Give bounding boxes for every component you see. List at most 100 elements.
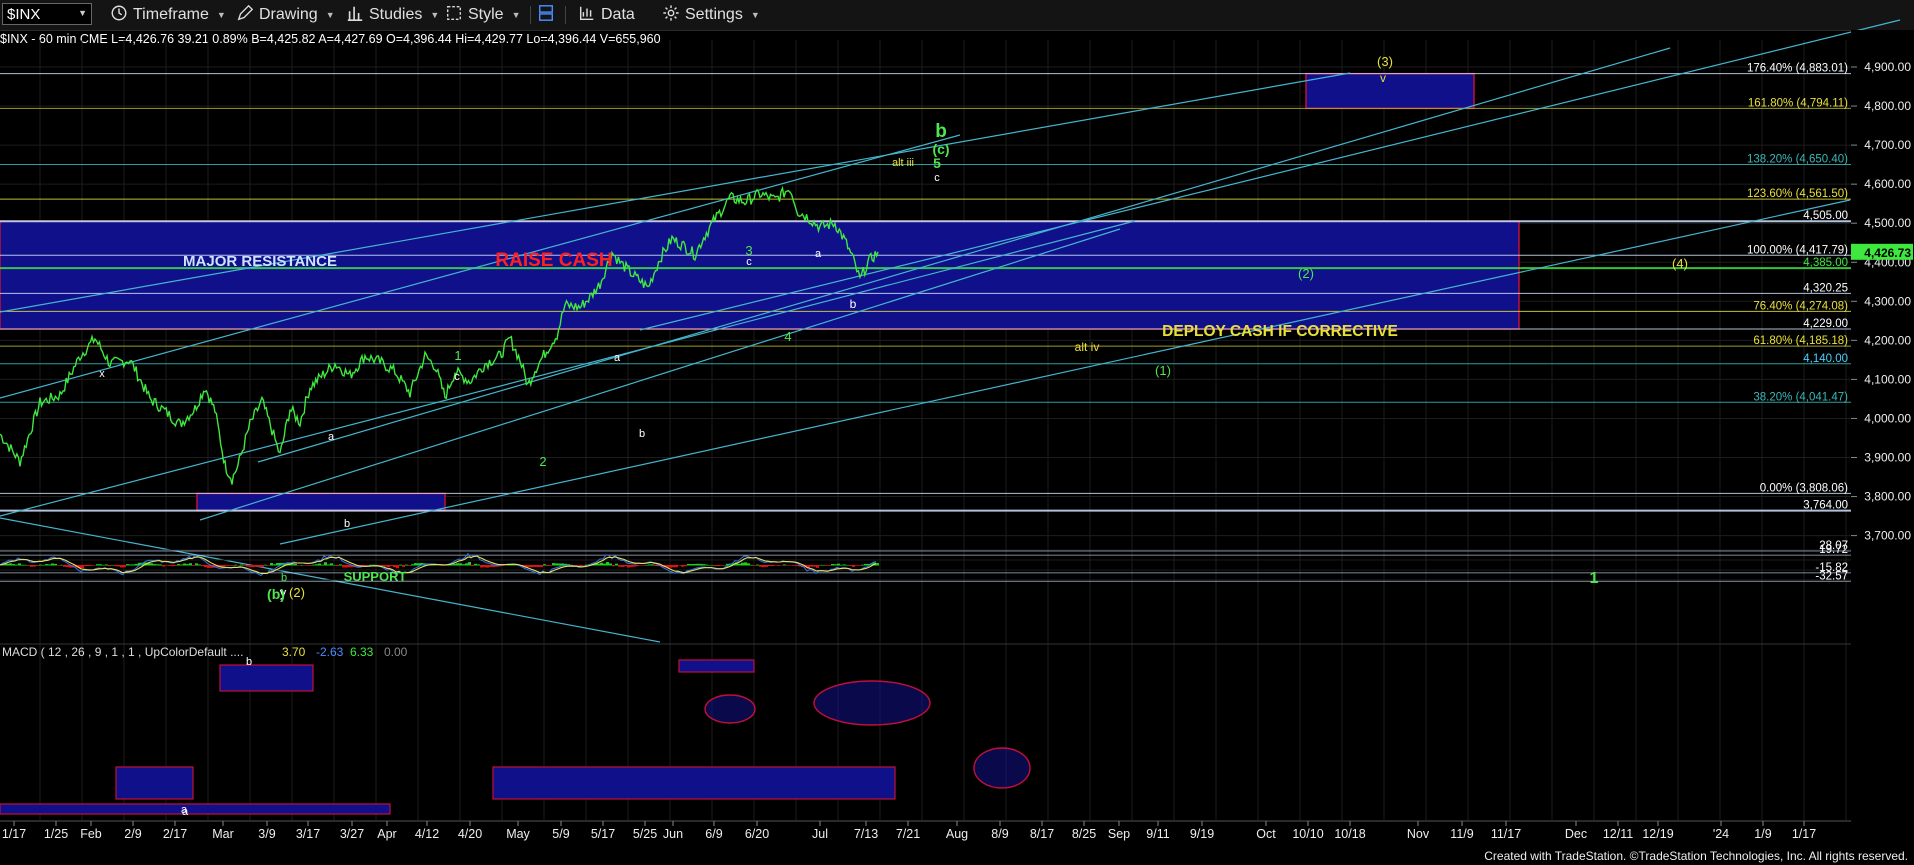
macd-zone [492,766,896,800]
target-zone [1305,72,1475,110]
macd-histogram-bar [711,564,714,566]
y-tick-label: 4,700.00 [1864,138,1911,152]
wave-label: c [454,371,460,383]
macd-histogram-bar [249,565,252,567]
macd-histogram-bar [171,565,174,567]
macd-histogram-bar [60,564,63,566]
macd-value: 6.33 [350,645,374,659]
macd-histogram-bar [6,563,9,566]
macd-histogram-bar [786,565,789,566]
macd-histogram-bar [816,565,819,568]
macd-histogram-bar [642,565,645,566]
macd-histogram-bar [204,565,207,568]
macd-histogram-bar [246,565,249,567]
macd-histogram-bar [762,565,765,568]
macd-histogram-bar [582,565,585,566]
macd-histogram-bar [309,565,312,566]
macd-histogram-bar [813,565,816,567]
macd-histogram-bar [270,563,273,566]
level-label: 38.20% (4,041.47) [1753,391,1848,403]
y-tick-label: 3,700.00 [1864,529,1911,543]
macd-histogram-bar [261,565,264,568]
x-tick-label: 3/9 [258,827,275,841]
macd-histogram-bar [471,565,474,567]
macd-histogram-bar [828,565,831,566]
macd-histogram-bar [300,564,303,566]
macd-histogram-bar [342,565,345,568]
macd-histogram-bar [783,564,786,566]
macd-histogram-bar [102,564,105,566]
x-tick-label: Mar [212,827,234,841]
macd-histogram-bar [156,564,159,566]
x-tick-label: 11/17 [1491,827,1521,841]
macd-histogram-bar [45,564,48,566]
support-zone [196,492,446,512]
level-label: 4,320.25 [1803,282,1848,294]
level-label: 138.20% (4,650.40) [1747,153,1848,165]
x-tick-label: 7/13 [854,827,878,841]
macd-histogram-bar [672,565,675,568]
macd-histogram-bar [396,565,399,569]
level-label: 100.00% (4,417.79) [1747,244,1848,256]
macd-histogram-bar [750,564,753,566]
macd-histogram-bar [723,564,726,566]
macd-histogram-bar [654,565,657,567]
macd-histogram-bar [108,565,111,567]
y-tick-label: 3,900.00 [1864,451,1911,465]
macd-histogram-bar [93,565,96,566]
macd-histogram-bar [135,563,138,566]
macd-histogram-bar [696,563,699,566]
macd-histogram-bar [849,565,852,566]
macd-histogram-bar [48,564,51,566]
macd-histogram-bar [39,564,42,566]
x-tick-label: Feb [80,827,102,841]
macd-histogram-bar [747,563,750,566]
price-chart[interactable]: 176.40% (4,883.01)161.80% (4,794.11)138.… [0,0,1914,865]
x-tick-label: Apr [377,827,396,841]
wave-label: b [281,572,287,584]
macd-histogram-bar [207,565,210,568]
macd-histogram-bar [630,565,633,567]
macd-histogram-bar [222,565,225,567]
macd-histogram-bar [15,564,18,566]
macd-level-label: 19.72 [1819,544,1848,556]
macd-histogram-bar [330,563,333,566]
macd-histogram-bar [699,563,702,566]
macd-histogram-bar [195,563,198,566]
macd-histogram-bar [384,565,387,567]
macd-histogram-bar [831,564,834,566]
y-tick-label: 4,000.00 [1864,411,1911,425]
macd-histogram-bar [858,565,861,566]
macd-histogram-bar [393,565,396,568]
macd-histogram-bar [837,563,840,566]
x-tick-label: Nov [1407,827,1430,841]
macd-histogram-bar [678,565,681,566]
macd-histogram-bar [615,563,618,566]
level-label: 123.60% (4,561.50) [1747,188,1848,200]
x-tick-label: Jun [663,827,683,841]
macd-histogram-bar [528,565,531,568]
x-tick-label: 1/17 [2,827,26,841]
wave-label: 1 [454,348,461,363]
level-label: 61.80% (4,185.18) [1753,335,1848,347]
macd-histogram-bar [627,565,630,568]
macd-histogram-bar [315,564,318,566]
x-tick-label: 8/9 [991,827,1008,841]
macd-histogram-bar [675,565,678,568]
support-label: SUPPORT [344,569,407,584]
level-label: 4,505.00 [1803,210,1848,222]
macd-histogram-bar [165,565,168,566]
macd-histogram-bar [468,562,471,566]
x-tick-label: 3/27 [340,827,364,841]
wave-label: a [614,352,621,364]
macd-histogram-bar [363,565,366,566]
x-tick-label: 8/17 [1030,827,1054,841]
macd-histogram-bar [162,565,165,567]
wave-label: a [182,806,189,818]
macd-histogram-bar [306,565,309,566]
wave-label: b [639,428,645,440]
macd-histogram-bar [822,564,825,566]
macd-histogram-bar [483,565,486,568]
macd-histogram-bar [18,563,21,566]
wave-label: 2 [539,454,546,469]
